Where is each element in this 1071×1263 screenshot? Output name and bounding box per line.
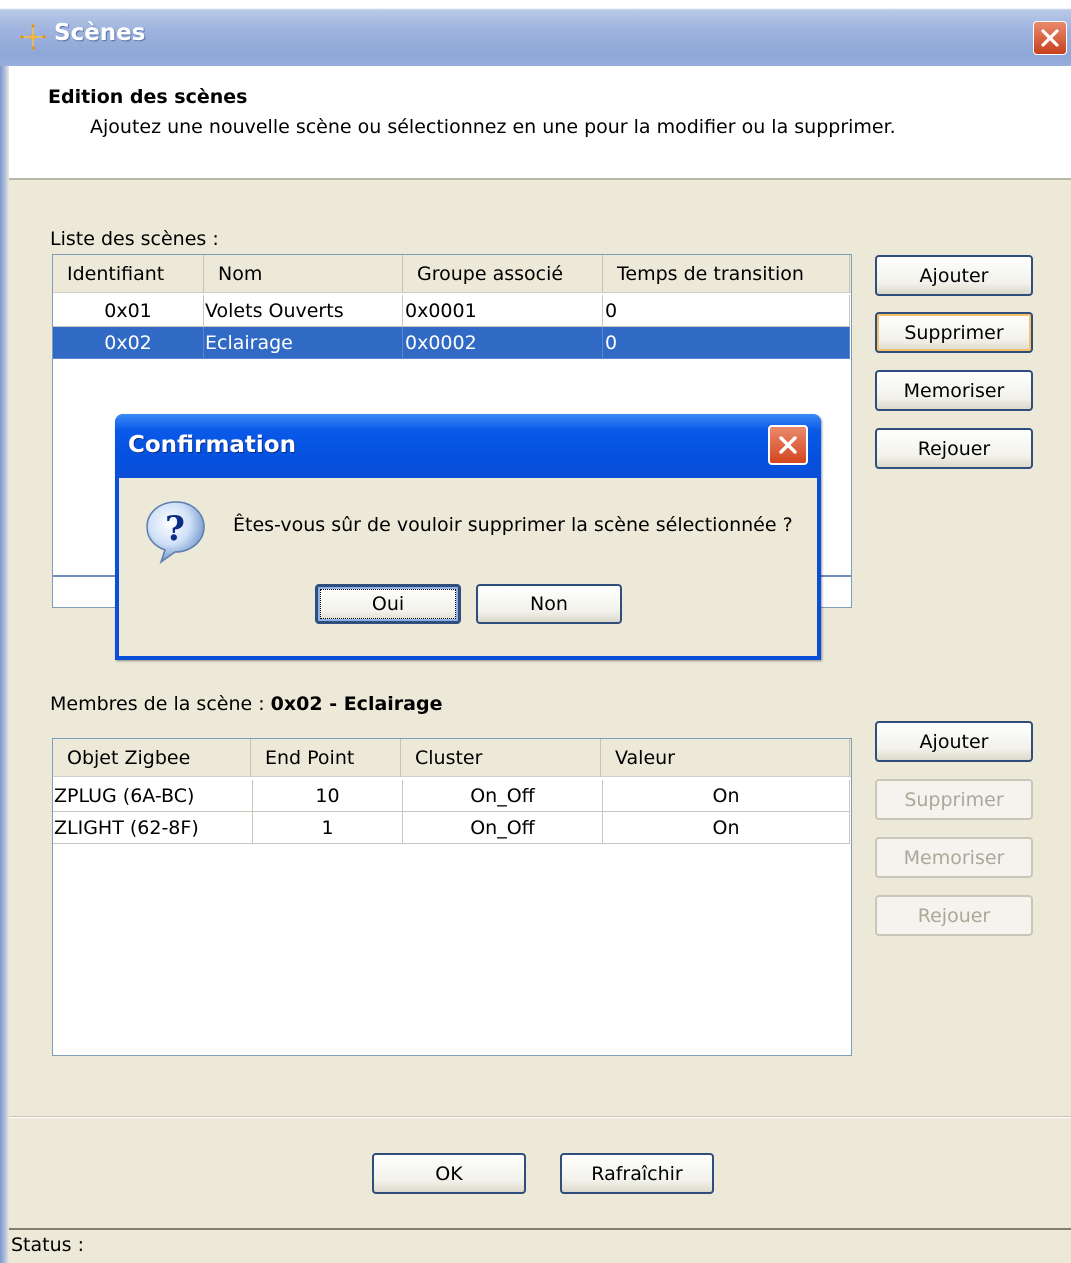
table-row-selected[interactable]: 0x02 Eclairage 0x0002 0 [53, 327, 850, 359]
members-add-button[interactable]: Ajouter [875, 721, 1033, 762]
column-header-groupe[interactable]: Groupe associé [403, 255, 603, 293]
dialog-title: Confirmation [128, 432, 296, 458]
cell-id: 0x01 [53, 295, 204, 327]
cell-id: 0x02 [53, 327, 204, 359]
scenes-store-button[interactable]: Memoriser [875, 370, 1033, 411]
members-label-scene: 0x02 - Eclairage [270, 693, 443, 715]
members-label-prefix: Membres de la scène : [50, 693, 271, 715]
table-row[interactable]: ZPLUG (6A-BC) 10 On_Off On [53, 780, 850, 812]
page-title: Edition des scènes [48, 86, 248, 108]
scenes-window: Scènes Edition des scènes Ajoutez une no… [0, 0, 1071, 1263]
window-close-button[interactable] [1033, 21, 1067, 55]
dialog-no-button[interactable]: Non [476, 584, 622, 624]
header-panel: Edition des scènes Ajoutez une nouvelle … [9, 66, 1071, 180]
table-row[interactable]: ZLIGHT (62-8F) 1 On_Off On [53, 812, 850, 844]
column-header-cluster[interactable]: Cluster [401, 739, 601, 777]
cell-object: ZPLUG (6A-BC) [53, 780, 253, 812]
status-label: Status : [11, 1234, 84, 1256]
scenes-replay-button[interactable]: Rejouer [875, 428, 1033, 469]
cell-transition: 0 [603, 295, 850, 327]
question-icon: ? [146, 501, 205, 564]
page-description: Ajoutez une nouvelle scène ou sélectionn… [90, 116, 896, 138]
scenes-delete-button[interactable]: Supprimer [875, 312, 1033, 353]
dialog-yes-button[interactable]: Oui [315, 584, 461, 624]
status-bar: Status : [9, 1228, 1071, 1263]
dialog-body: ? Êtes-vous sûr de vouloir supprimer la … [119, 478, 817, 656]
cell-group: 0x0002 [403, 327, 603, 359]
column-header-transition[interactable]: Temps de transition [603, 255, 850, 293]
cell-cluster: On_Off [403, 812, 603, 844]
column-header-objet[interactable]: Objet Zigbee [53, 739, 251, 777]
cell-name: Volets Ouverts [204, 295, 403, 327]
column-header-identifiant[interactable]: Identifiant [53, 255, 204, 293]
members-table-header: Objet Zigbee End Point Cluster Valeur [53, 739, 851, 777]
dialog-close-button[interactable] [768, 425, 808, 465]
table-row[interactable]: 0x01 Volets Ouverts 0x0001 0 [53, 295, 850, 327]
ok-button[interactable]: OK [372, 1153, 526, 1194]
cell-object: ZLIGHT (62-8F) [53, 812, 253, 844]
title-bar[interactable]: Scènes [0, 0, 1071, 66]
cell-endpoint: 1 [253, 812, 403, 844]
close-icon [779, 436, 797, 454]
members-table[interactable]: Objet Zigbee End Point Cluster Valeur ZP… [52, 738, 852, 1056]
confirmation-dialog: Confirmation ? Êtes-vous sûr de vouloir … [115, 414, 821, 660]
svg-text:?: ? [165, 509, 185, 549]
dialog-message: Êtes-vous sûr de vouloir supprimer la sc… [233, 514, 793, 536]
column-header-nom[interactable]: Nom [204, 255, 403, 293]
column-header-endpoint[interactable]: End Point [251, 739, 401, 777]
cell-endpoint: 10 [253, 780, 403, 812]
members-delete-button[interactable]: Supprimer [875, 779, 1033, 820]
column-header-valeur[interactable]: Valeur [601, 739, 850, 777]
members-replay-button[interactable]: Rejouer [875, 895, 1033, 936]
refresh-button[interactable]: Rafraîchir [560, 1153, 714, 1194]
window-title: Scènes [54, 20, 146, 46]
window-left-border [0, 66, 9, 1263]
cell-value: On [603, 812, 850, 844]
scenes-add-button[interactable]: Ajouter [875, 255, 1033, 296]
cell-name: Eclairage [204, 327, 403, 359]
members-store-button[interactable]: Memoriser [875, 837, 1033, 878]
scenes-list-label: Liste des scènes : [50, 228, 219, 250]
members-label: Membres de la scène : 0x02 - Eclairage [50, 693, 442, 715]
app-star-icon [20, 24, 46, 50]
cell-group: 0x0001 [403, 295, 603, 327]
dialog-title-bar[interactable]: Confirmation [115, 414, 821, 478]
footer-separator [9, 1116, 1071, 1118]
scenes-table-header: Identifiant Nom Groupe associé Temps de … [53, 255, 851, 293]
cell-value: On [603, 780, 850, 812]
close-icon [1041, 29, 1059, 47]
cell-transition: 0 [603, 327, 850, 359]
cell-cluster: On_Off [403, 780, 603, 812]
